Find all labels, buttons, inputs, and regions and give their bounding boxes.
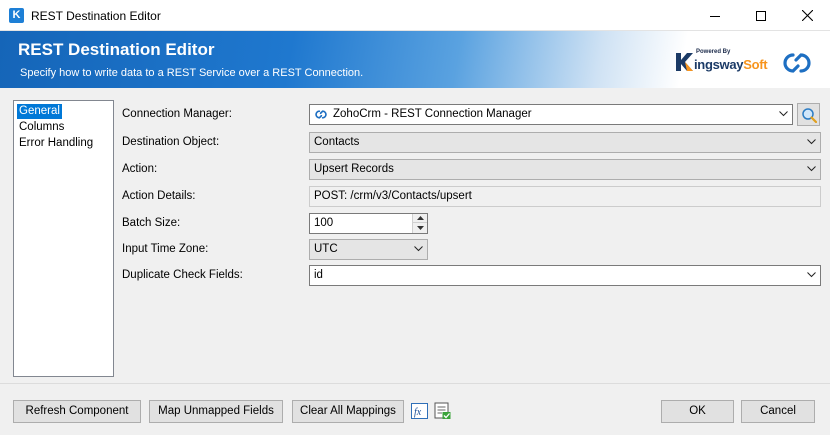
connection-manager-dropdown[interactable]: ZohoCrm - REST Connection Manager [309,104,793,125]
page-navigation-list: General Columns Error Handling [13,100,114,377]
checklist-icon [434,402,451,419]
minimize-icon [710,15,720,17]
close-icon [801,10,813,21]
batch-size-label: Batch Size: [122,217,181,229]
svg-text:fx: fx [414,407,422,418]
action-dropdown[interactable]: Upsert Records [309,159,821,180]
input-time-zone-label: Input Time Zone: [122,243,209,255]
clear-all-mappings-button[interactable]: Clear All Mappings [292,400,404,423]
nav-item-error-handling[interactable]: Error Handling [17,136,95,151]
action-value: Upsert Records [314,163,394,175]
action-details-label: Action Details: [122,190,196,202]
expression-editor-button[interactable]: fx [410,401,430,421]
chevron-down-icon [807,272,816,278]
logo-wordmark: ingswaySoft [694,57,768,72]
header-subtitle: Specify how to write data to a REST Serv… [20,67,364,79]
footer-divider [0,383,830,384]
chevron-down-icon [807,139,816,145]
header-title: REST Destination Editor [18,40,215,59]
destination-object-value: Contacts [314,136,360,148]
zoho-connection-icon [315,110,327,119]
nav-item-general[interactable]: General [17,104,62,119]
connection-manager-label: Connection Manager: [122,108,232,120]
map-unmapped-fields-button[interactable]: Map Unmapped Fields [149,400,283,423]
duplicate-check-fields-value: id [314,269,323,281]
destination-object-label: Destination Object: [122,136,220,148]
destination-object-dropdown[interactable]: Contacts [309,132,821,153]
action-details-value: POST: /crm/v3/Contacts/upsert [314,190,472,202]
ok-button[interactable]: OK [661,400,734,423]
input-time-zone-dropdown[interactable]: UTC [309,239,428,260]
duplicate-check-fields-label: Duplicate Check Fields: [122,269,243,281]
maximize-icon [756,10,766,21]
chevron-down-icon [414,246,423,252]
nav-item-columns[interactable]: Columns [17,120,66,135]
kingswaysoft-k-icon [676,53,693,71]
zoho-crm-logo-icon [783,53,811,73]
magnifier-icon [802,108,817,123]
batch-size-value: 100 [314,217,334,229]
input-time-zone-value: UTC [314,243,338,255]
title-bar: K REST Destination Editor [0,0,830,31]
header-banner: REST Destination Editor Specify how to w… [0,31,830,88]
batch-size-spinner [412,214,427,233]
maximize-button[interactable] [738,0,784,31]
batch-size-stepper[interactable]: 100 [309,213,428,234]
chevron-down-icon [807,166,816,172]
window-title: REST Destination Editor [31,9,161,23]
lookup-connection-button[interactable] [797,103,820,126]
spin-down-button[interactable] [413,223,427,232]
chevron-down-icon [779,111,788,117]
duplicate-check-fields-dropdown[interactable]: id [309,265,821,286]
refresh-component-button[interactable]: Refresh Component [13,400,141,423]
logo-powered-by: Powered By [696,49,731,55]
action-label: Action: [122,163,158,175]
action-details-field: POST: /crm/v3/Contacts/upsert [309,186,821,207]
kingswaysoft-app-icon: K [9,8,24,23]
arrow-up-icon [416,216,424,220]
cancel-button[interactable]: Cancel [741,400,815,423]
close-button[interactable] [784,0,830,31]
fx-icon: fx [411,403,428,419]
validate-mappings-button[interactable] [433,401,453,421]
connection-manager-value: ZohoCrm - REST Connection Manager [333,108,532,120]
minimize-button[interactable] [692,0,738,31]
spin-up-button[interactable] [413,214,427,223]
kingswaysoft-logo: Powered By ingswaySoft [674,49,768,75]
arrow-down-icon [416,225,424,230]
